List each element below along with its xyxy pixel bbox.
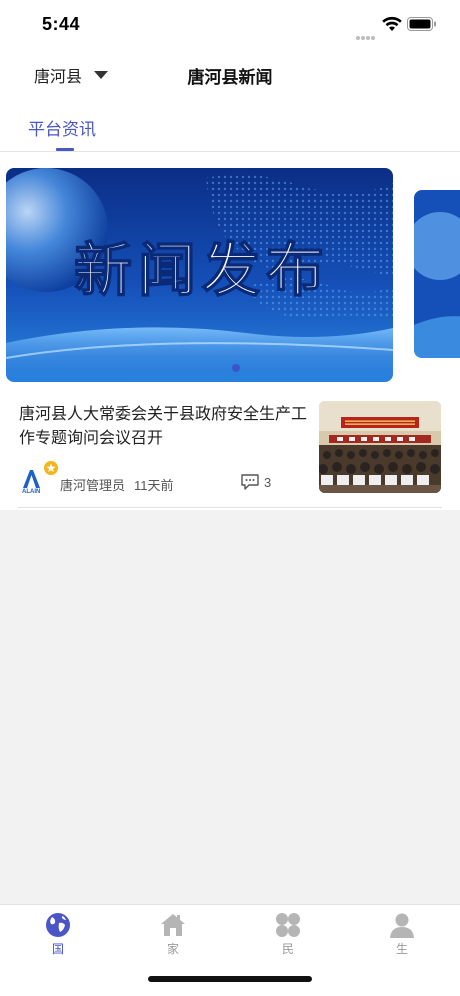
- nav-label: 家: [166, 942, 179, 956]
- globe-icon: [46, 913, 70, 937]
- clover-icon: [276, 913, 300, 937]
- banner-image: 新闻发布: [6, 168, 393, 382]
- svg-text:ALAIN: ALAIN: [22, 489, 40, 494]
- nav-item-jia[interactable]: 家: [143, 911, 203, 961]
- bottom-nav: 国 家 民 生: [0, 904, 460, 996]
- author-name: 唐河管理员: [60, 478, 126, 493]
- author-avatar: ALAIN: [22, 461, 58, 494]
- carousel-dot-active[interactable]: [232, 364, 240, 372]
- nav-item-min[interactable]: 民: [258, 911, 318, 961]
- nav-label: 国: [51, 942, 64, 956]
- news-thumbnail: [319, 401, 441, 493]
- comment-icon[interactable]: [240, 473, 260, 491]
- banner-slide-next[interactable]: [414, 190, 460, 358]
- tab-indicator: [56, 148, 74, 151]
- person-icon: [390, 913, 414, 938]
- banner-carousel[interactable]: 新闻发布: [0, 166, 460, 384]
- nav-item-sheng[interactable]: 生: [372, 911, 432, 961]
- news-item[interactable]: 唐河县人大常委会关于县政府安全生产工作专题询问会议召开 ALAIN 唐河管理员 …: [18, 400, 442, 508]
- house-icon: [161, 914, 185, 936]
- app-header: 唐河县 唐河县新闻: [0, 52, 460, 98]
- banner-slide[interactable]: 新闻发布: [6, 168, 393, 382]
- news-meta: ALAIN 唐河管理员 11天前 3: [18, 461, 318, 496]
- signal-dots-icon: [356, 27, 376, 45]
- nav-item-guo[interactable]: 国: [28, 911, 88, 961]
- news-title: 唐河县人大常委会关于县政府安全生产工作专题询问会议召开: [19, 406, 308, 447]
- banner-next-image: [414, 190, 460, 358]
- tab-platform-news[interactable]: 平台资讯: [28, 115, 96, 140]
- home-indicator[interactable]: [148, 976, 312, 982]
- status-time: 5:44: [42, 14, 81, 34]
- nav-label: 民: [281, 942, 294, 956]
- battery-icon: [407, 17, 436, 31]
- page-title: 唐河县新闻: [187, 68, 273, 87]
- wifi-icon: [382, 16, 402, 31]
- tab-bar: 平台资讯: [0, 100, 460, 152]
- nav-label: 生: [395, 942, 408, 956]
- comment-count: 3: [264, 475, 272, 490]
- banner-title: 新闻发布: [74, 236, 330, 304]
- post-time: 11天前: [134, 478, 174, 493]
- status-bar: 5:44: [0, 0, 460, 50]
